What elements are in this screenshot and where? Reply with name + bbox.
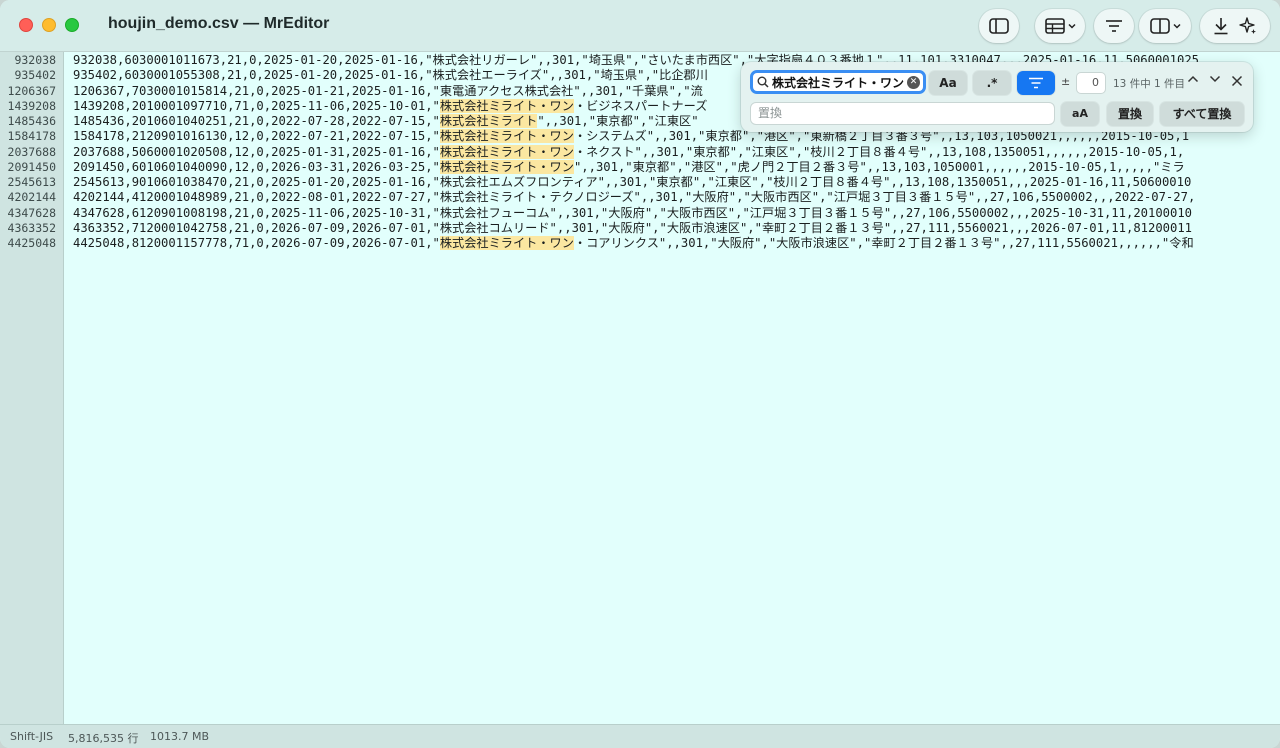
close-window-button[interactable] <box>19 18 33 32</box>
chevron-down-icon <box>1067 23 1076 29</box>
filter-icon <box>1106 20 1122 32</box>
text-editor-area[interactable]: 932038,6030001011673,21,0,2025-01-20,202… <box>64 52 1280 724</box>
code-line[interactable]: 4202144,4120001048989,21,0,2022-08-01,20… <box>73 190 1280 205</box>
clear-search-icon[interactable]: ✕ <box>907 75 920 89</box>
search-match-highlight: 株式会社ミライト・ワン <box>439 129 574 144</box>
sidebar-toggle-button[interactable] <box>979 9 1019 43</box>
line-text: 2545613,9010601038470,21,0,2025-01-20,20… <box>73 175 1192 189</box>
split-view-icon <box>1149 18 1170 34</box>
regex-button[interactable]: .* <box>973 71 1011 95</box>
code-line[interactable]: 2091450,6010601040090,12,0,2026-03-31,20… <box>73 159 1280 175</box>
search-field[interactable]: 株式会社ミライト・ワン ✕ <box>750 70 926 94</box>
line-text: 4347628,6120901008198,21,0,2025-11-06,20… <box>73 205 1193 220</box>
line-number: 4347628 <box>7 205 56 220</box>
line-number: 932038 <box>14 53 56 67</box>
encoding-indicator[interactable]: Shift-JIS <box>10 730 53 743</box>
download-icon[interactable] <box>1213 17 1229 35</box>
line-number: 935402 <box>14 68 56 83</box>
chevron-up-icon[interactable] <box>1187 74 1199 84</box>
line-number: 2037688 <box>7 144 56 159</box>
search-match-highlight: 株式会社ミライト・ワン <box>439 98 574 113</box>
filter-button[interactable] <box>1094 9 1134 43</box>
split-view-button[interactable] <box>1139 9 1191 43</box>
line-text: 935402,6030001055308,21,0,2025-01-20,202… <box>73 68 708 83</box>
search-icon <box>757 76 769 88</box>
match-count: 13 件中 1 件目 <box>1113 78 1186 90</box>
replace-button[interactable]: 置換 <box>1107 102 1153 126</box>
filter-icon <box>1029 77 1043 89</box>
find-replace-panel: 株式会社ミライト・ワン ✕ Aa .* ± 0 13 件中 1 件目 置換 aA… <box>741 62 1253 132</box>
sparkle-icon[interactable] <box>1239 17 1257 35</box>
line-text: 4425048,8120001157778,71,0,2026-07-09,20… <box>73 236 440 250</box>
context-lines-label: ± <box>1061 75 1071 88</box>
line-number: 4363352 <box>7 220 56 235</box>
line-text: ・ビジネスパートナーズ <box>573 98 708 113</box>
minimize-window-button[interactable] <box>42 18 56 32</box>
line-number: 1584178 <box>7 129 56 144</box>
toolbar-action-group <box>1200 9 1270 43</box>
code-line[interactable]: 4425048,8120001157778,71,0,2026-07-09,20… <box>73 236 1280 251</box>
title-bar: houjin_demo.csv — MrEditor <box>0 0 1280 52</box>
editor-window: houjin_demo.csv — MrEditor 932038 935402 1… <box>0 0 1280 748</box>
line-text: 2091450,6010601040090,12,0,2026-03-31,20… <box>73 159 440 174</box>
window-title: houjin_demo.csv — MrEditor <box>108 15 330 32</box>
chevron-down-icon <box>1172 23 1181 29</box>
search-match-highlight: 株式会社ミライト・ワン <box>439 236 574 250</box>
line-number: 2091450 <box>7 159 56 174</box>
line-number: 1485436 <box>7 114 56 128</box>
line-text: 2037688,5060001020508,12,0,2025-01-31,20… <box>73 144 440 159</box>
search-match-highlight: 株式会社ミライト・ワン <box>439 144 574 159</box>
line-text: 4202144,4120001048989,21,0,2022-08-01,20… <box>73 190 1196 205</box>
filter-lines-button[interactable] <box>1017 71 1055 95</box>
line-number-gutter: 932038 935402 1206367 1439208 1485436 1584178… <box>0 52 64 724</box>
line-number: 1206367 <box>7 83 56 98</box>
line-number: 2545613 <box>7 175 56 189</box>
preserve-case-button[interactable]: aA <box>1061 102 1099 126</box>
line-text: 1439208,2010001097710,71,0,2025-11-06,20… <box>73 98 440 113</box>
line-number: 4202144 <box>7 190 56 205</box>
code-line[interactable]: 4347628,6120901008198,21,0,2025-11-06,20… <box>73 206 1280 221</box>
search-input[interactable]: 株式会社ミライト・ワン <box>772 74 907 91</box>
status-bar: Shift-JIS 5,816,535 行 1013.7 MB <box>0 724 1280 748</box>
search-match-highlight: 株式会社ミライト <box>439 114 538 128</box>
line-text: 1584178,2120901016130,12,0,2022-07-21,20… <box>73 129 440 144</box>
code-line[interactable]: 2037688,5060001020508,12,0,2025-01-31,20… <box>73 144 1280 160</box>
close-icon[interactable] <box>1231 75 1243 87</box>
replace-all-button[interactable]: すべて置換 <box>1160 102 1244 126</box>
line-count: 5,816,535 行 <box>68 732 139 745</box>
replace-input[interactable]: 置換 <box>750 102 1055 125</box>
line-text: 1206367,7030001015814,21,0,2025-01-21,20… <box>73 83 703 98</box>
zoom-window-button[interactable] <box>65 18 79 32</box>
line-text: ",,301,"東京都","港区","虎ノ門２丁目２番３号",,13,103,1… <box>573 159 1185 174</box>
code-line[interactable]: 4363352,7120001042758,21,0,2026-07-09,20… <box>73 221 1280 236</box>
match-case-button[interactable]: Aa <box>929 71 967 95</box>
context-lines-field[interactable]: 0 <box>1076 72 1106 94</box>
sidebar-icon <box>989 18 1009 34</box>
line-text: ・ネクスト",,301,"東京都","江東区","枝川２丁目８番４号",,13,… <box>573 144 1185 159</box>
table-view-button[interactable] <box>1035 9 1085 43</box>
line-text: ・コアリンクス",,301,"大阪府","大阪市浪速区","幸町２丁目２番１３号… <box>573 236 1194 250</box>
chevron-down-icon[interactable] <box>1209 74 1221 84</box>
file-size: 1013.7 MB <box>150 730 210 743</box>
search-match-highlight: 株式会社ミライト・ワン <box>439 159 574 174</box>
line-text: 4363352,7120001042758,21,0,2026-07-09,20… <box>73 220 1193 235</box>
code-line[interactable]: 2545613,9010601038470,21,0,2025-01-20,20… <box>73 175 1280 190</box>
table-icon <box>1044 18 1065 34</box>
line-number: 4425048 <box>7 236 56 250</box>
line-text: ",,301,"東京都","江東区" <box>537 114 699 128</box>
line-number: 1439208 <box>7 98 56 113</box>
line-text: 1485436,2010601040251,21,0,2022-07-28,20… <box>73 114 440 128</box>
